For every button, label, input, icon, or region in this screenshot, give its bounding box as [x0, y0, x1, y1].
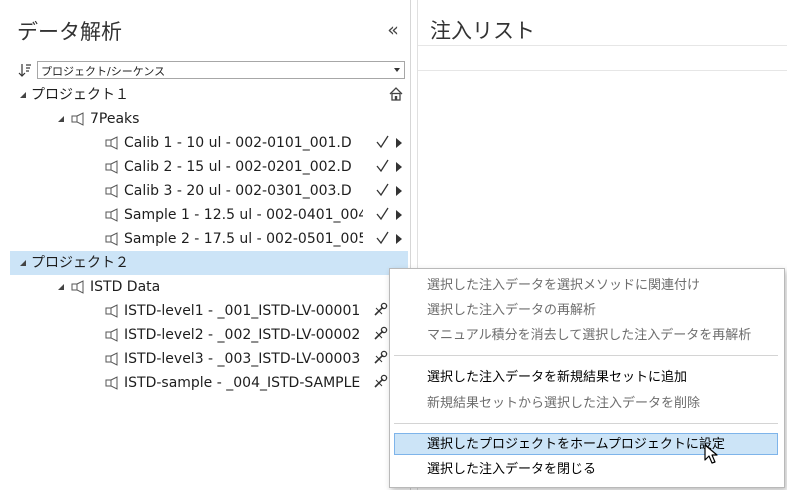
injection-row[interactable]: Calib 3 - 20 ul - 002-0301_003.D [10, 179, 408, 203]
folder-label: ISTD Data [90, 279, 161, 295]
play-icon[interactable] [396, 138, 402, 148]
injection-icon [105, 328, 118, 342]
expand-triangle-icon[interactable] [58, 116, 64, 122]
tree-project-1[interactable]: プロジェクト１ [10, 83, 408, 107]
injection-label: Calib 3 - 20 ul - 002-0301_003.D [124, 183, 352, 199]
menu-item-set-home-project[interactable]: 選択したプロジェクトをホームプロジェクトに設定 [394, 433, 778, 455]
injection-label: Calib 1 - 10 ul - 002-0101_001.D [124, 135, 352, 151]
injection-icon [105, 376, 118, 390]
injection-label: ISTD-sample - _004_ISTD-SAMPLE [124, 375, 361, 391]
sort-mode-select[interactable]: プロジェクト/シーケンス [37, 61, 405, 79]
project-label: プロジェクト２ [31, 255, 129, 271]
tree-project-2[interactable]: プロジェクト２ [10, 251, 408, 275]
injection-row[interactable]: ISTD-sample - _004_ISTD-SAMPLE [10, 371, 408, 395]
expand-triangle-icon[interactable] [58, 284, 64, 290]
expand-triangle-icon[interactable] [20, 260, 26, 266]
check-icon [376, 159, 389, 173]
project-label: プロジェクト１ [31, 87, 129, 103]
sequence-icon [71, 112, 84, 126]
injection-row[interactable]: Calib 2 - 15 ul - 002-0201_002.D [10, 155, 408, 179]
tree-folder-7peaks[interactable]: 7Peaks [10, 107, 408, 131]
menu-item-link-method[interactable]: 選択した注入データを選択メソッドに関連付け [394, 275, 778, 297]
injection-icon [105, 208, 118, 222]
tree-folder-istd-data[interactable]: ISTD Data [10, 275, 408, 299]
injection-icon [105, 184, 118, 198]
injection-label: Sample 1 - 12.5 ul - 002-0401_004.D [124, 207, 363, 223]
sequence-icon [71, 280, 84, 294]
injection-icon [105, 160, 118, 174]
injection-list-title: 注入リスト [430, 19, 535, 43]
check-icon [376, 207, 389, 221]
injection-row[interactable]: Sample 2 - 17.5 ul - 002-0501_005.D [10, 227, 408, 251]
menu-separator [394, 355, 778, 356]
injection-icon [105, 232, 118, 246]
menu-item-clear-manual-reprocess[interactable]: マニュアル積分を消去して選択した注入データを再解析 [394, 325, 778, 347]
menu-item-add-to-result-set[interactable]: 選択した注入データを新規結果セットに追加 [394, 367, 778, 389]
context-menu: 選択した注入データを選択メソッドに関連付け 選択した注入データの再解析 マニュア… [389, 268, 785, 488]
injection-icon [105, 352, 118, 366]
injection-row[interactable]: Sample 1 - 12.5 ul - 002-0401_004.D [10, 203, 408, 227]
mouse-cursor-icon [704, 444, 718, 464]
injection-label: ISTD-level1 - _001_ISTD-LV-00001 [124, 303, 361, 319]
divider [418, 45, 787, 46]
sort-mode-value: プロジェクト/シーケンス [41, 65, 166, 78]
data-analysis-panel: データ解析 « プロジェクト/シーケンス プロジェクト１ 7Peaks Cali… [0, 0, 411, 490]
injection-row[interactable]: ISTD-level1 - _001_ISTD-LV-00001 [10, 299, 408, 323]
injection-label: Calib 2 - 15 ul - 002-0201_002.D [124, 159, 352, 175]
sort-icon[interactable] [18, 62, 32, 78]
play-icon[interactable] [396, 162, 402, 172]
wrench-icon [374, 350, 388, 364]
injection-row[interactable]: ISTD-level2 - _002_ISTD-LV-00002 [10, 323, 408, 347]
injection-row[interactable]: Calib 1 - 10 ul - 002-0101_001.D [10, 131, 408, 155]
wrench-icon [374, 302, 388, 316]
chevron-down-icon[interactable] [394, 68, 400, 72]
divider [418, 70, 787, 71]
check-icon [376, 231, 389, 245]
injection-icon [105, 304, 118, 318]
check-icon [376, 135, 389, 149]
expand-triangle-icon[interactable] [20, 92, 26, 98]
injection-row[interactable]: ISTD-level3 - _003_ISTD-LV-00003 [10, 347, 408, 371]
play-icon[interactable] [396, 186, 402, 196]
check-icon [376, 183, 389, 197]
injection-icon [105, 136, 118, 150]
wrench-icon [374, 326, 388, 340]
wrench-icon [374, 374, 388, 388]
home-icon[interactable] [388, 86, 404, 102]
injection-label: ISTD-level3 - _003_ISTD-LV-00003 [124, 351, 361, 367]
folder-label: 7Peaks [90, 111, 140, 127]
panel-title: データ解析 [17, 20, 122, 44]
menu-item-remove-from-result-set[interactable]: 新規結果セットから選択した注入データを削除 [394, 393, 778, 415]
injection-label: ISTD-level2 - _002_ISTD-LV-00002 [124, 327, 361, 343]
play-icon[interactable] [396, 234, 402, 244]
play-icon[interactable] [396, 210, 402, 220]
menu-separator [394, 423, 778, 424]
injection-label: Sample 2 - 17.5 ul - 002-0501_005.D [124, 231, 363, 247]
collapse-panel-button[interactable]: « [383, 19, 403, 41]
menu-item-reprocess[interactable]: 選択した注入データの再解析 [394, 300, 778, 322]
menu-item-close-injections[interactable]: 選択した注入データを閉じる [394, 459, 778, 481]
